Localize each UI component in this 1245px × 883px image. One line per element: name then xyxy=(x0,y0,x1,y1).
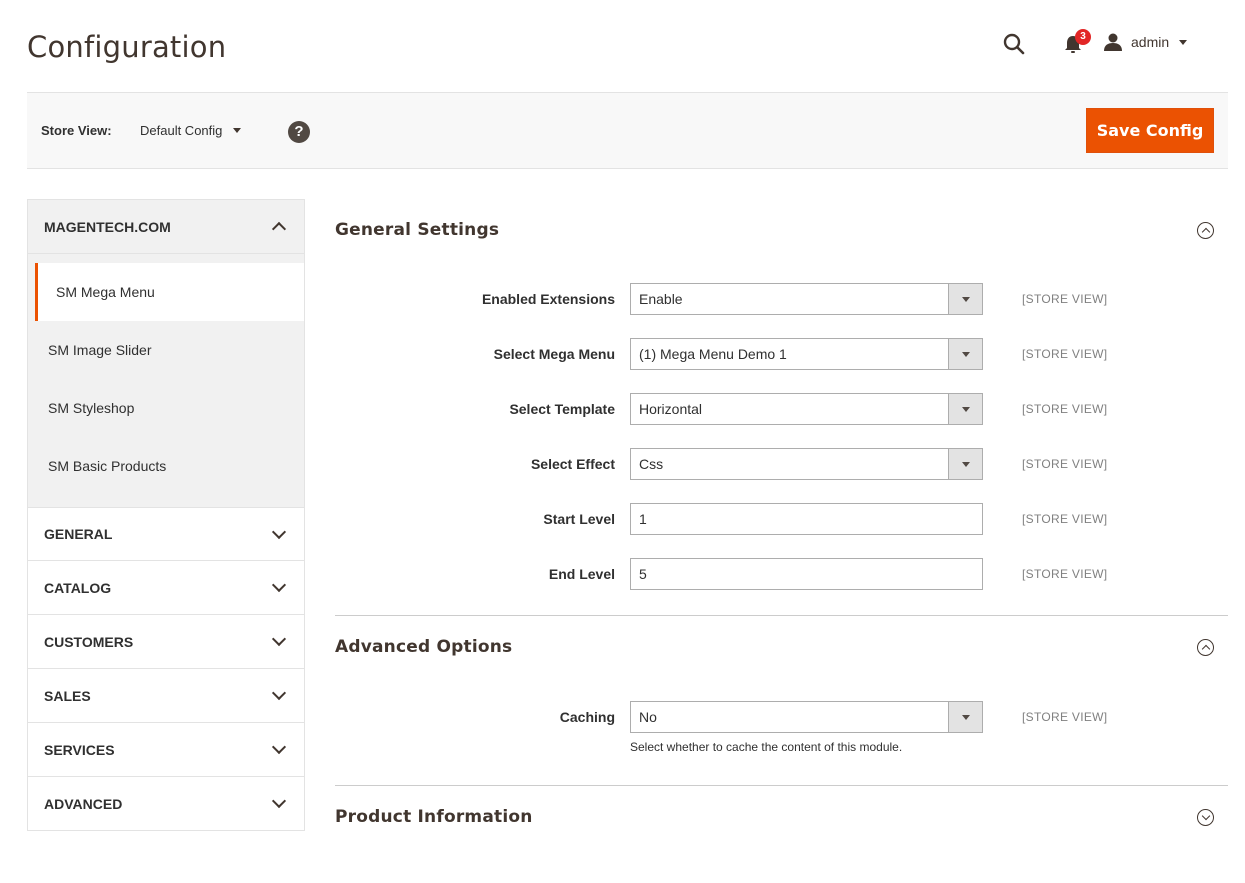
scope-label: [STORE VIEW] xyxy=(1022,457,1108,471)
collapse-circle-icon xyxy=(1197,638,1214,656)
end-level-input[interactable]: 5 xyxy=(630,558,983,590)
store-view-label: Store View: xyxy=(41,123,112,138)
sidebar-section-customers[interactable]: CUSTOMERS xyxy=(27,615,305,669)
config-main: General Settings Enabled Extensions Enab… xyxy=(335,199,1228,848)
chevron-down-icon xyxy=(271,685,287,701)
field-row-select-template: Select Template Horizontal [STORE VIEW] xyxy=(335,393,1228,448)
select-value: Horizontal xyxy=(639,401,703,417)
notifications-button[interactable]: 3 xyxy=(1062,29,1091,58)
scope-label: [STORE VIEW] xyxy=(1022,402,1108,416)
enabled-extensions-select[interactable]: Enable xyxy=(630,283,983,315)
collapse-circle-icon xyxy=(1197,221,1214,239)
notification-count-badge: 3 xyxy=(1075,29,1091,45)
sidebar-section-label: CUSTOMERS xyxy=(44,633,134,650)
chevron-down-icon xyxy=(271,524,287,539)
field-row-start-level: Start Level 1 [STORE VIEW] xyxy=(335,503,1228,558)
help-icon[interactable]: ? xyxy=(288,121,310,143)
field-note: Select whether to cache the content of t… xyxy=(630,740,903,754)
field-row-caching: Caching No [STORE VIEW] Select whether t… xyxy=(335,701,1228,785)
field-row-select-effect: Select Effect Css [STORE VIEW] xyxy=(335,448,1228,503)
chevron-down-icon xyxy=(271,793,287,809)
sidebar-section-label: GENERAL xyxy=(44,526,113,542)
scope-label: [STORE VIEW] xyxy=(1022,292,1108,306)
section-advanced-options-header[interactable]: Advanced Options xyxy=(335,616,1228,678)
sidebar-section-label: ADVANCED xyxy=(44,795,123,812)
select-arrow-icon xyxy=(948,284,982,314)
scope-label: [STORE VIEW] xyxy=(1022,512,1108,526)
sidebar-item-sm-image-slider[interactable]: SM Image Slider xyxy=(28,321,304,379)
field-row-select-mega-menu: Select Mega Menu (1) Mega Menu Demo 1 [S… xyxy=(335,338,1228,393)
store-view-bar: Store View: Default Config ? Save Config xyxy=(27,92,1228,169)
sidebar-section-advanced[interactable]: ADVANCED xyxy=(27,777,305,831)
select-mega-menu-select[interactable]: (1) Mega Menu Demo 1 xyxy=(630,338,983,370)
field-label: Select Template xyxy=(509,401,615,417)
select-arrow-icon xyxy=(948,449,982,479)
store-view-value: Default Config xyxy=(140,123,223,138)
chevron-down-icon xyxy=(1179,39,1188,45)
section-title: Product Information xyxy=(335,807,533,827)
save-config-button[interactable]: Save Config xyxy=(1086,108,1214,153)
chevron-up-icon xyxy=(271,221,287,237)
field-row-enabled-extensions: Enabled Extensions Enable [STORE VIEW] xyxy=(335,283,1228,338)
sidebar-group-label: MAGENTECH.COM xyxy=(44,218,171,235)
select-effect-select[interactable]: Css xyxy=(630,448,983,480)
sidebar-section-sales[interactable]: SALES xyxy=(27,669,305,723)
sidebar-section-label: SALES xyxy=(44,687,91,704)
caching-select[interactable]: No xyxy=(630,701,983,733)
sidebar-item-sm-basic-products[interactable]: SM Basic Products xyxy=(28,437,304,495)
scope-label: [STORE VIEW] xyxy=(1022,347,1108,361)
select-template-select[interactable]: Horizontal xyxy=(630,393,983,425)
expand-circle-icon xyxy=(1197,808,1214,826)
page-title: Configuration xyxy=(27,30,227,64)
field-label: Enabled Extensions xyxy=(481,291,615,307)
scope-label: [STORE VIEW] xyxy=(1022,710,1108,724)
sidebar-group-items: SM Mega Menu SM Image Slider SM Stylesho… xyxy=(27,254,305,507)
select-value: Css xyxy=(639,456,664,472)
section-title: Advanced Options xyxy=(335,637,513,657)
sidebar-group-magentech[interactable]: MAGENTECH.COM xyxy=(27,199,305,254)
section-product-information-header[interactable]: Product Information xyxy=(335,786,1228,848)
admin-username: admin xyxy=(1131,34,1170,50)
sidebar-section-label: CATALOG xyxy=(44,579,112,596)
select-value: No xyxy=(639,709,657,725)
select-value: (1) Mega Menu Demo 1 xyxy=(639,346,787,362)
scope-label: [STORE VIEW] xyxy=(1022,567,1108,581)
sidebar-item-sm-styleshop[interactable]: SM Styleshop xyxy=(28,379,304,437)
search-icon[interactable] xyxy=(1002,32,1026,56)
section-title: General Settings xyxy=(335,220,500,240)
config-sidebar: MAGENTECH.COM SM Mega Menu SM Image Slid… xyxy=(27,199,305,831)
chevron-down-icon xyxy=(271,577,287,593)
select-arrow-icon xyxy=(948,339,982,369)
sidebar-section-services[interactable]: SERVICES xyxy=(27,723,305,777)
field-label: Select Effect xyxy=(530,456,615,472)
start-level-input[interactable]: 1 xyxy=(630,503,983,535)
field-label: Start Level xyxy=(543,511,615,527)
section-general-settings-header[interactable]: General Settings xyxy=(335,199,1228,261)
chevron-down-icon xyxy=(271,739,287,755)
sidebar-section-label: SERVICES xyxy=(44,741,115,758)
field-row-end-level: End Level 5 [STORE VIEW] xyxy=(335,558,1228,613)
select-arrow-icon xyxy=(948,394,982,424)
chevron-down-icon xyxy=(233,128,242,133)
admin-user-menu[interactable]: admin xyxy=(1103,32,1203,52)
field-label: End Level xyxy=(548,566,615,582)
store-view-switcher[interactable]: Default Config xyxy=(140,123,242,138)
chevron-down-icon xyxy=(271,631,287,647)
sidebar-section-general[interactable]: GENERAL xyxy=(27,507,305,561)
sidebar-section-catalog[interactable]: CATALOG xyxy=(27,561,305,615)
select-arrow-icon xyxy=(948,702,982,732)
sidebar-item-sm-mega-menu[interactable]: SM Mega Menu xyxy=(35,263,304,321)
field-label: Caching xyxy=(559,709,615,725)
select-value: Enable xyxy=(639,291,683,307)
field-label: Select Mega Menu xyxy=(493,346,615,362)
user-icon xyxy=(1104,33,1122,51)
